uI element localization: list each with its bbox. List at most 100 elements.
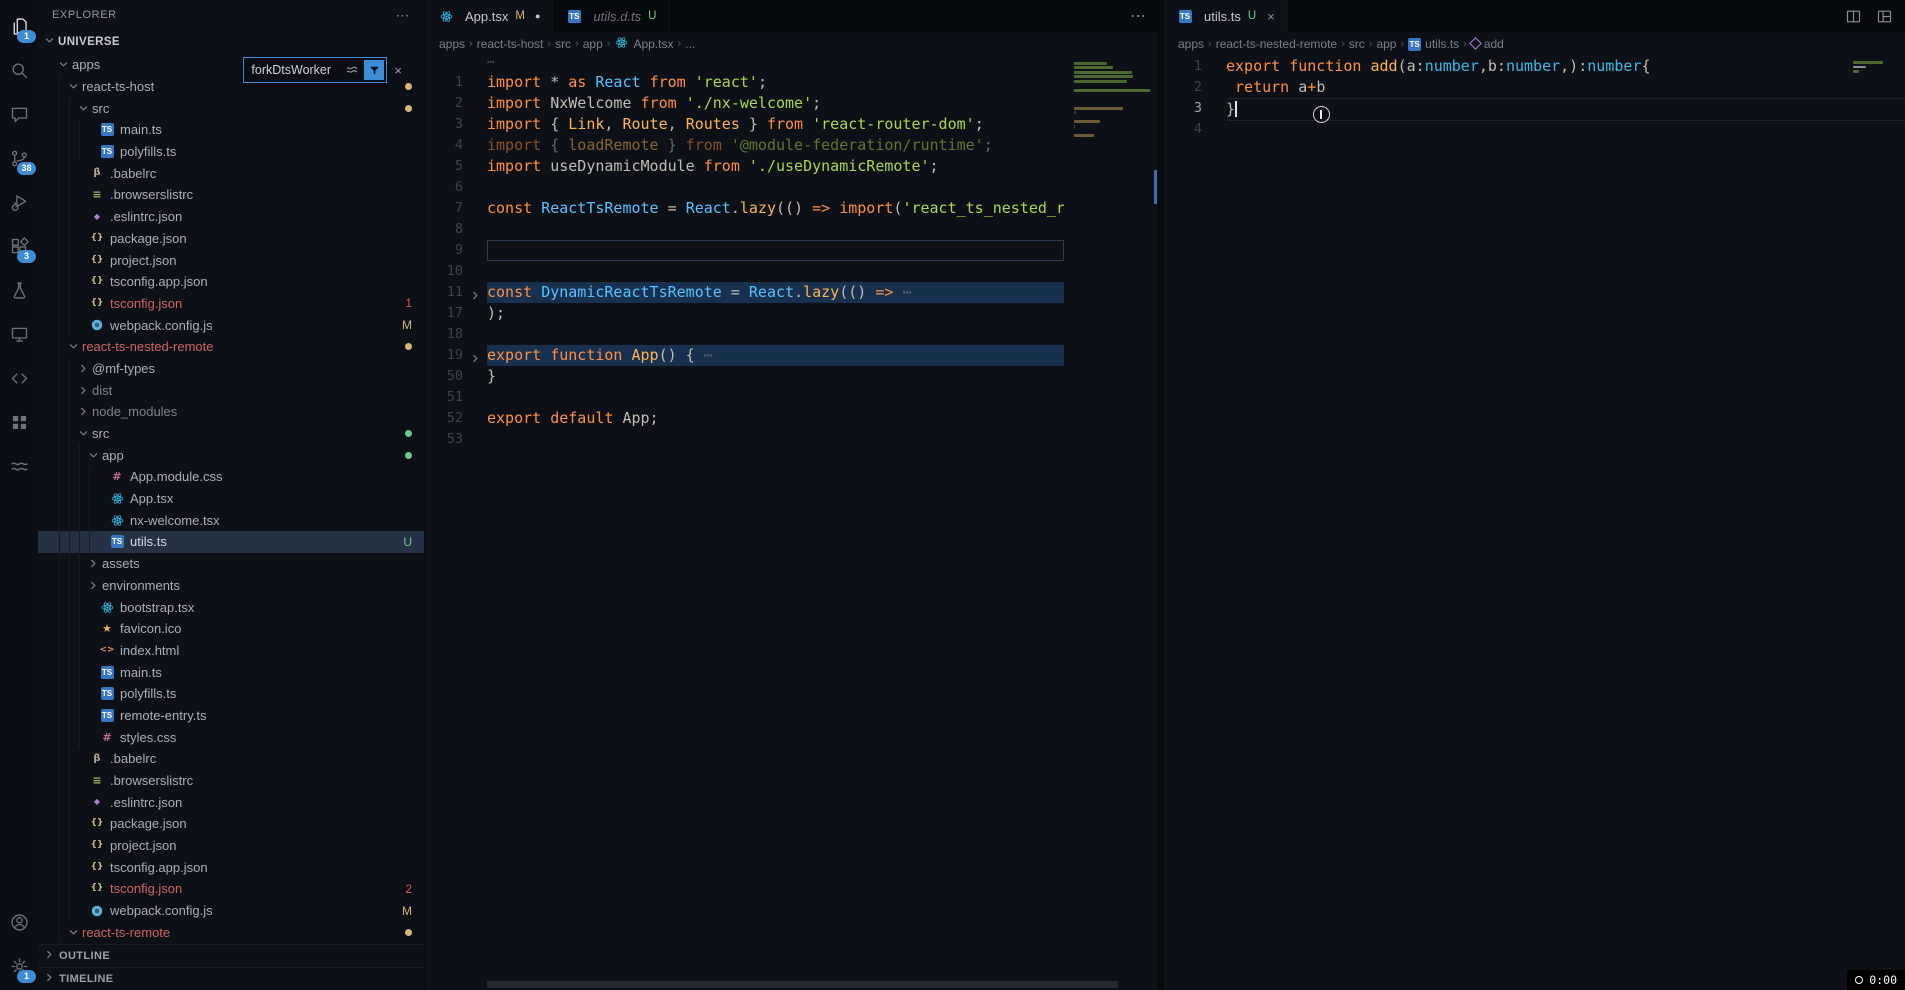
tree-item-src[interactable]: src: [38, 423, 424, 445]
tree-item-favicon-ico[interactable]: ★favicon.ico: [38, 618, 424, 640]
code-line[interactable]: [487, 387, 1064, 408]
code-line[interactable]: import { loadRemote } from '@module-fede…: [487, 135, 1064, 156]
breadcrumb-[interactable]: ...: [685, 37, 695, 51]
code-line[interactable]: export default App;: [487, 408, 1064, 429]
breadcrumb-src[interactable]: src: [1349, 37, 1365, 51]
breadcrumb-apps[interactable]: apps: [439, 37, 465, 51]
tree-item-main-ts[interactable]: TSmain.ts: [38, 119, 424, 141]
tree-item-package-json[interactable]: {}package.json: [38, 228, 424, 250]
breadcrumb-apps[interactable]: apps: [1178, 37, 1204, 51]
breadcrumb-app[interactable]: app: [583, 37, 603, 51]
extensions-icon[interactable]: 3: [0, 224, 38, 268]
split-editor-icon[interactable]: [1845, 8, 1862, 25]
tree-item-project-json[interactable]: {}project.json: [38, 249, 424, 271]
breadcrumb-add[interactable]: add: [1471, 37, 1504, 51]
horizontal-scrollbar[interactable]: [487, 981, 1118, 988]
filter-toggle-button[interactable]: [364, 60, 384, 80]
close-find-icon[interactable]: ×: [394, 63, 402, 78]
minimap-small[interactable]: [1853, 59, 1897, 75]
code-line[interactable]: }: [487, 366, 1064, 387]
tab-utils-d-ts[interactable]: TSutils.d.tsU: [553, 0, 669, 32]
tree-item-dist[interactable]: dist: [38, 379, 424, 401]
tree-item-eslintrc-json[interactable]: ◆.eslintrc.json: [38, 791, 424, 813]
dirty-dot-icon[interactable]: ●: [535, 11, 540, 21]
code-line[interactable]: import NxWelcome from './nx-welcome';: [487, 93, 1064, 114]
tree-item-polyfills-ts[interactable]: TSpolyfills.ts: [38, 683, 424, 705]
tree-item-browserslistrc[interactable]: ≡.browserslistrc: [38, 770, 424, 792]
code-line[interactable]: [487, 261, 1064, 282]
tree-item-assets[interactable]: assets: [38, 553, 424, 575]
tree-item-react-ts-remote[interactable]: react-ts-remote: [38, 922, 424, 944]
tab-app-tsx[interactable]: App.tsxM●: [425, 0, 553, 32]
minimap[interactable]: [1064, 56, 1158, 990]
tree-item-tsconfig-json[interactable]: {}tsconfig.json1: [38, 293, 424, 315]
section-outline[interactable]: OUTLINE: [38, 944, 424, 967]
source-control-icon[interactable]: 38: [0, 136, 38, 180]
breadcrumb-utils-ts[interactable]: TSutils.ts: [1408, 37, 1459, 51]
tree-item-webpack-config-js[interactable]: webpack.config.jsM: [38, 314, 424, 336]
remote-explorer-icon[interactable]: [0, 312, 38, 356]
gitlens-icon[interactable]: [0, 444, 38, 488]
tree-item-eslintrc-json[interactable]: ◆.eslintrc.json: [38, 206, 424, 228]
code-line[interactable]: [487, 219, 1064, 240]
chat-icon[interactable]: [0, 92, 38, 136]
tree-item-webpack-config-js[interactable]: webpack.config.jsM: [38, 900, 424, 922]
code-line[interactable]: export function add(a:number,b:number,):…: [1226, 56, 1905, 77]
settings-icon[interactable]: 1: [0, 944, 38, 988]
code-line[interactable]: [487, 177, 1064, 198]
tree-item-styles-css[interactable]: #styles.css: [38, 726, 424, 748]
code-line[interactable]: [487, 429, 1064, 450]
editor-layout-icon[interactable]: [1876, 8, 1893, 25]
tree-item-app[interactable]: app: [38, 444, 424, 466]
code-line[interactable]: return a+b: [1226, 77, 1905, 98]
tree-item-tsconfig-app-json[interactable]: {}tsconfig.app.json: [38, 856, 424, 878]
more-actions-icon[interactable]: ⋯: [1130, 6, 1146, 26]
tree-item-babelrc[interactable]: β.babelrc: [38, 748, 424, 770]
breadcrumb-src[interactable]: src: [555, 37, 571, 51]
tree-item-app-tsx[interactable]: App.tsx: [38, 488, 424, 510]
tab-utils-ts[interactable]: TSutils.tsU×: [1164, 0, 1288, 32]
run-debug-icon[interactable]: [0, 180, 38, 224]
testing-icon[interactable]: [0, 268, 38, 312]
tree-item-nx-welcome-tsx[interactable]: nx-welcome.tsx: [38, 509, 424, 531]
code-line[interactable]: );: [487, 303, 1064, 324]
tree-item-react-ts-nested-remote[interactable]: react-ts-nested-remote: [38, 336, 424, 358]
tree-item-app-module-css[interactable]: #App.module.css: [38, 466, 424, 488]
close-tab-icon[interactable]: ×: [1267, 9, 1275, 24]
code-line[interactable]: [1226, 121, 1905, 142]
code-line[interactable]: import * as React from 'react';: [487, 72, 1064, 93]
breadcrumb-app-tsx[interactable]: App.tsx: [614, 35, 673, 53]
search-icon[interactable]: [0, 48, 38, 92]
breadcrumb-react-ts-nested-remote[interactable]: react-ts-nested-remote: [1216, 37, 1337, 51]
code-line[interactable]: import { Link, Route, Routes } from 'rea…: [487, 114, 1064, 135]
tree-item-mf-types[interactable]: @mf-types: [38, 358, 424, 380]
breadcrumb-react-ts-host[interactable]: react-ts-host: [477, 37, 544, 51]
code-line[interactable]: const ReactTsRemote = React.lazy(() => i…: [487, 198, 1064, 219]
explorer-icon[interactable]: 1: [0, 4, 38, 48]
tree-item-utils-ts[interactable]: TSutils.tsU: [38, 531, 424, 553]
account-icon[interactable]: [0, 900, 38, 944]
tree-item-remote-entry-ts[interactable]: TSremote-entry.ts: [38, 705, 424, 727]
tree-item-tsconfig-app-json[interactable]: {}tsconfig.app.json: [38, 271, 424, 293]
tree-item-node-modules[interactable]: node_modules: [38, 401, 424, 423]
tree-item-tsconfig-json[interactable]: {}tsconfig.json2: [38, 878, 424, 900]
tree-item-package-json[interactable]: {}package.json: [38, 813, 424, 835]
breadcrumb-app[interactable]: app: [1376, 37, 1396, 51]
tree-item-main-ts[interactable]: TSmain.ts: [38, 661, 424, 683]
tree-item-bootstrap-tsx[interactable]: bootstrap.tsx: [38, 596, 424, 618]
code-line[interactable]: export function App() { ⋯: [487, 345, 1064, 366]
code-line[interactable]: [487, 324, 1064, 345]
references-icon[interactable]: [0, 356, 38, 400]
code-line[interactable]: import useDynamicModule from './useDynam…: [487, 156, 1064, 177]
tree-item-babelrc[interactable]: β.babelrc: [38, 162, 424, 184]
tree-item-environments[interactable]: environments: [38, 575, 424, 597]
tree-item-browserslistrc[interactable]: ≡.browserslistrc: [38, 184, 424, 206]
fuzzy-match-icon[interactable]: [343, 63, 361, 77]
code-line[interactable]: const DynamicReactTsRemote = React.lazy(…: [487, 282, 1064, 303]
section-timeline[interactable]: TIMELINE: [38, 967, 424, 990]
explorer-more-actions-icon[interactable]: ⋯: [395, 7, 410, 24]
tree-item-project-json[interactable]: {}project.json: [38, 835, 424, 857]
code-line[interactable]: [487, 240, 1064, 261]
tree-find-input[interactable]: [251, 63, 343, 77]
tree-item-polyfills-ts[interactable]: TSpolyfills.ts: [38, 141, 424, 163]
